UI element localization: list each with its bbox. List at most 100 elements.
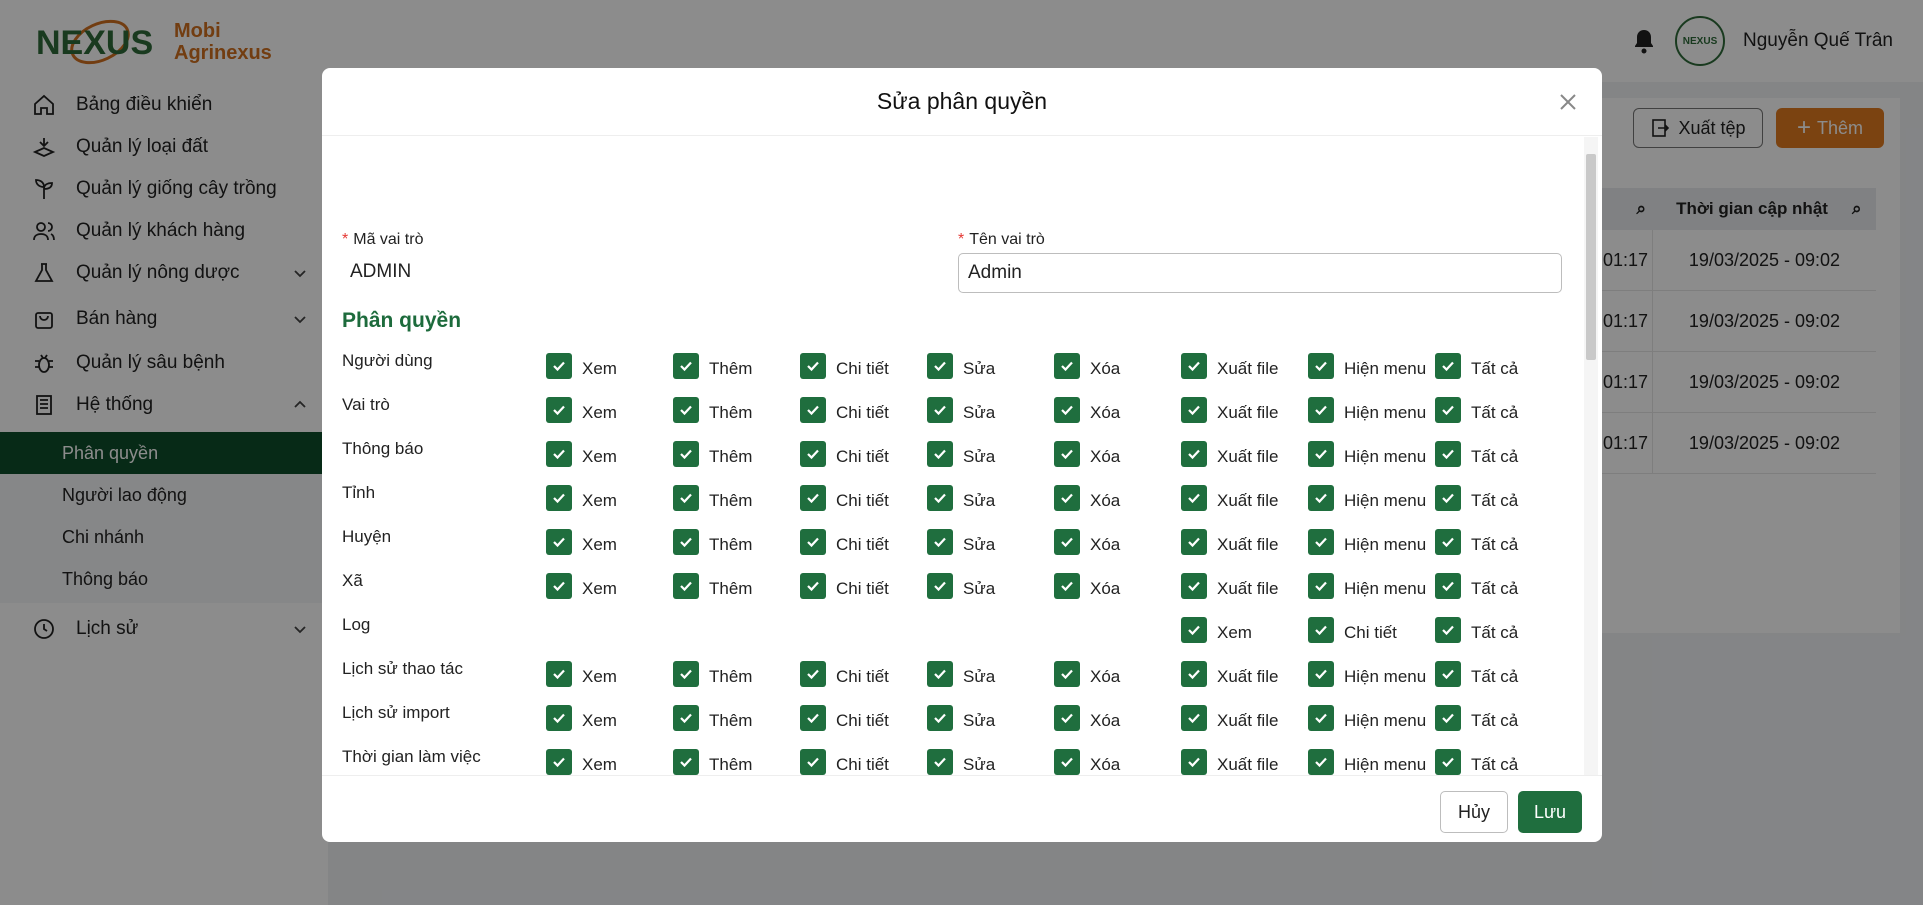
- permission-checkbox[interactable]: Xem: [546, 527, 617, 557]
- permission-checkbox[interactable]: Thêm: [673, 747, 752, 775]
- checkmark-icon[interactable]: [673, 353, 699, 379]
- permission-checkbox[interactable]: Sửa: [927, 395, 995, 425]
- permission-checkbox[interactable]: Xem: [546, 395, 617, 425]
- permission-checkbox[interactable]: Hiện menu: [1308, 659, 1426, 689]
- permission-checkbox[interactable]: Xuất file: [1181, 703, 1278, 733]
- checkmark-icon[interactable]: [1308, 705, 1334, 731]
- save-button[interactable]: Lưu: [1518, 791, 1582, 833]
- checkmark-icon[interactable]: [546, 397, 572, 423]
- checkmark-icon[interactable]: [800, 705, 826, 731]
- permission-checkbox[interactable]: Chi tiết: [800, 395, 889, 425]
- permission-checkbox[interactable]: Xóa: [1054, 659, 1120, 689]
- checkmark-icon[interactable]: [1181, 617, 1207, 643]
- checkmark-icon[interactable]: [1181, 705, 1207, 731]
- permission-checkbox[interactable]: Tất cả: [1435, 439, 1518, 469]
- checkmark-icon[interactable]: [927, 441, 953, 467]
- checkmark-icon[interactable]: [1054, 661, 1080, 687]
- checkmark-icon[interactable]: [800, 573, 826, 599]
- checkmark-icon[interactable]: [1308, 661, 1334, 687]
- permission-checkbox[interactable]: Tất cả: [1435, 483, 1518, 513]
- checkmark-icon[interactable]: [546, 441, 572, 467]
- permission-checkbox[interactable]: Thêm: [673, 571, 752, 601]
- permission-checkbox[interactable]: Xem: [546, 747, 617, 775]
- permission-checkbox[interactable]: Xuất file: [1181, 747, 1278, 775]
- permission-checkbox[interactable]: Tất cả: [1435, 395, 1518, 425]
- checkmark-icon[interactable]: [927, 661, 953, 687]
- checkmark-icon[interactable]: [546, 485, 572, 511]
- permission-checkbox[interactable]: Xuất file: [1181, 571, 1278, 601]
- checkmark-icon[interactable]: [1054, 353, 1080, 379]
- permission-checkbox[interactable]: Tất cả: [1435, 351, 1518, 381]
- checkmark-icon[interactable]: [546, 529, 572, 555]
- checkmark-icon[interactable]: [1054, 441, 1080, 467]
- checkmark-icon[interactable]: [1435, 485, 1461, 511]
- role-name-input[interactable]: [958, 253, 1562, 293]
- permission-checkbox[interactable]: Thêm: [673, 703, 752, 733]
- checkmark-icon[interactable]: [1308, 529, 1334, 555]
- checkmark-icon[interactable]: [927, 573, 953, 599]
- checkmark-icon[interactable]: [1435, 661, 1461, 687]
- checkmark-icon[interactable]: [546, 749, 572, 775]
- permission-checkbox[interactable]: Xóa: [1054, 351, 1120, 381]
- checkmark-icon[interactable]: [546, 353, 572, 379]
- permission-checkbox[interactable]: Thêm: [673, 527, 752, 557]
- checkmark-icon[interactable]: [1181, 661, 1207, 687]
- permission-checkbox[interactable]: Xem: [546, 483, 617, 513]
- checkmark-icon[interactable]: [673, 529, 699, 555]
- permission-checkbox[interactable]: Xuất file: [1181, 527, 1278, 557]
- checkmark-icon[interactable]: [927, 705, 953, 731]
- checkmark-icon[interactable]: [1435, 441, 1461, 467]
- permission-checkbox[interactable]: Thêm: [673, 439, 752, 469]
- checkmark-icon[interactable]: [927, 485, 953, 511]
- checkmark-icon[interactable]: [927, 749, 953, 775]
- checkmark-icon[interactable]: [800, 353, 826, 379]
- checkmark-icon[interactable]: [1054, 397, 1080, 423]
- permission-checkbox[interactable]: Sửa: [927, 351, 995, 381]
- checkmark-icon[interactable]: [1308, 441, 1334, 467]
- checkmark-icon[interactable]: [800, 441, 826, 467]
- checkmark-icon[interactable]: [1181, 397, 1207, 423]
- checkmark-icon[interactable]: [800, 397, 826, 423]
- permission-checkbox[interactable]: Tất cả: [1435, 659, 1518, 689]
- permission-checkbox[interactable]: Sửa: [927, 659, 995, 689]
- permission-checkbox[interactable]: Tất cả: [1435, 571, 1518, 601]
- checkmark-icon[interactable]: [1054, 573, 1080, 599]
- permission-checkbox[interactable]: Xem: [546, 703, 617, 733]
- permission-checkbox[interactable]: Xuất file: [1181, 483, 1278, 513]
- permission-checkbox[interactable]: Thêm: [673, 659, 752, 689]
- checkmark-icon[interactable]: [800, 661, 826, 687]
- permission-checkbox[interactable]: Xem: [546, 439, 617, 469]
- permission-checkbox[interactable]: Sửa: [927, 483, 995, 513]
- permission-checkbox[interactable]: Xóa: [1054, 571, 1120, 601]
- checkmark-icon[interactable]: [1054, 529, 1080, 555]
- permission-checkbox[interactable]: Hiện menu: [1308, 395, 1426, 425]
- close-icon[interactable]: [1556, 90, 1580, 114]
- permission-checkbox[interactable]: Xóa: [1054, 483, 1120, 513]
- permission-checkbox[interactable]: Xuất file: [1181, 351, 1278, 381]
- checkmark-icon[interactable]: [673, 573, 699, 599]
- permission-checkbox[interactable]: Chi tiết: [800, 527, 889, 557]
- checkmark-icon[interactable]: [1181, 749, 1207, 775]
- checkmark-icon[interactable]: [1435, 353, 1461, 379]
- permission-checkbox[interactable]: Thêm: [673, 351, 752, 381]
- checkmark-icon[interactable]: [927, 529, 953, 555]
- permission-checkbox[interactable]: Hiện menu: [1308, 483, 1426, 513]
- checkmark-icon[interactable]: [1308, 617, 1334, 643]
- permission-checkbox[interactable]: Sửa: [927, 703, 995, 733]
- checkmark-icon[interactable]: [1181, 353, 1207, 379]
- checkmark-icon[interactable]: [1435, 617, 1461, 643]
- permission-checkbox[interactable]: Tất cả: [1435, 747, 1518, 775]
- permission-checkbox[interactable]: Chi tiết: [800, 747, 889, 775]
- permission-checkbox[interactable]: Xóa: [1054, 703, 1120, 733]
- checkmark-icon[interactable]: [800, 749, 826, 775]
- checkmark-icon[interactable]: [1308, 573, 1334, 599]
- permission-checkbox[interactable]: Thêm: [673, 395, 752, 425]
- permission-checkbox[interactable]: Chi tiết: [800, 703, 889, 733]
- checkmark-icon[interactable]: [800, 529, 826, 555]
- permission-checkbox[interactable]: Hiện menu: [1308, 747, 1426, 775]
- permission-checkbox[interactable]: Thêm: [673, 483, 752, 513]
- permission-checkbox[interactable]: Hiện menu: [1308, 703, 1426, 733]
- checkmark-icon[interactable]: [1308, 485, 1334, 511]
- checkmark-icon[interactable]: [1435, 573, 1461, 599]
- permission-checkbox[interactable]: Chi tiết: [1308, 615, 1397, 645]
